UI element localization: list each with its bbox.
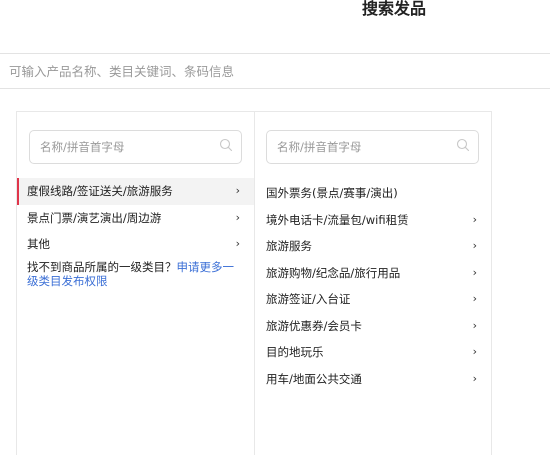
missing-category-text: 找不到商品所属的一级类目？ xyxy=(27,260,177,274)
level2-item-label: 旅游购物/纪念品/旅行用品 xyxy=(266,265,401,280)
chevron-right-icon: › xyxy=(472,239,477,252)
level2-item-shopping-souvenirs[interactable]: 旅游购物/纪念品/旅行用品 › xyxy=(255,260,491,287)
level1-filter-input[interactable] xyxy=(40,131,210,163)
chevron-right-icon: › xyxy=(472,292,477,305)
level2-item-transport[interactable]: 用车/地面公共交通 › xyxy=(255,366,491,393)
level2-item-visa[interactable]: 旅游签证/入台证 › xyxy=(255,286,491,313)
level2-item-label: 目的地玩乐 xyxy=(266,345,324,359)
level1-category-list: 度假线路/签证送关/旅游服务 › 景点门票/演艺演出/周边游 › 其他 › xyxy=(17,178,254,258)
level2-item-label: 用车/地面公共交通 xyxy=(266,371,362,386)
search-icon xyxy=(456,138,470,152)
chevron-right-icon: › xyxy=(472,318,477,332)
level2-category-list: 国外票务(景点/赛事/演出) 境外电话卡/流量包/wifi租赁 › 旅游服务 ›… xyxy=(255,180,491,392)
chevron-right-icon: › xyxy=(235,210,240,224)
product-search-bar[interactable] xyxy=(0,53,550,89)
level2-category-column: 国外票务(景点/赛事/演出) 境外电话卡/流量包/wifi租赁 › 旅游服务 ›… xyxy=(255,112,491,455)
chevron-right-icon: › xyxy=(235,237,240,250)
level1-item-other[interactable]: 其他 › xyxy=(17,231,254,258)
level2-item-label: 旅游优惠券/会员卡 xyxy=(266,318,362,333)
page: 搜索发品 度假线路/签证送关/旅游服务 › 景点门票/演艺演出/周边游 xyxy=(0,0,550,455)
level1-item-label: 其他 xyxy=(27,237,50,251)
level2-item-sim-wifi[interactable]: 境外电话卡/流量包/wifi租赁 › xyxy=(255,207,491,234)
level2-item-label: 国外票务(景点/赛事/演出) xyxy=(266,186,398,200)
level1-item-label: 景点门票/演艺演出/周边游 xyxy=(27,210,162,225)
level2-filter-input[interactable] xyxy=(277,131,447,163)
chevron-right-icon: › xyxy=(472,265,477,279)
level2-item-overseas-tickets[interactable]: 国外票务(景点/赛事/演出) xyxy=(255,180,491,207)
search-icon xyxy=(219,138,233,152)
product-search-input[interactable] xyxy=(9,54,529,88)
level1-category-column: 度假线路/签证送关/旅游服务 › 景点门票/演艺演出/周边游 › 其他 › 找不… xyxy=(17,112,254,455)
page-title: 搜索发品 xyxy=(362,0,427,18)
missing-category-note: 找不到商品所属的一级类目？申请更多一级类目发布权限 xyxy=(27,260,245,288)
level1-item-vacation[interactable]: 度假线路/签证送关/旅游服务 › xyxy=(17,178,254,205)
level1-filter[interactable] xyxy=(29,130,242,164)
level1-item-tickets[interactable]: 景点门票/演艺演出/周边游 › xyxy=(17,205,254,232)
level1-item-label: 度假线路/签证送关/旅游服务 xyxy=(27,184,173,198)
chevron-right-icon: › xyxy=(235,184,240,197)
chevron-right-icon: › xyxy=(472,345,477,358)
level2-item-label: 境外电话卡/流量包/wifi租赁 xyxy=(266,212,409,227)
level2-item-coupons[interactable]: 旅游优惠券/会员卡 › xyxy=(255,313,491,340)
level2-item-destination-fun[interactable]: 目的地玩乐 › xyxy=(255,339,491,366)
level2-item-label: 旅游服务 xyxy=(266,239,312,253)
level2-filter[interactable] xyxy=(266,130,479,164)
chevron-right-icon: › xyxy=(472,212,477,226)
category-picker: 度假线路/签证送关/旅游服务 › 景点门票/演艺演出/周边游 › 其他 › 找不… xyxy=(16,111,492,455)
level2-item-label: 旅游签证/入台证 xyxy=(266,292,351,306)
level2-item-travel-services[interactable]: 旅游服务 › xyxy=(255,233,491,260)
chevron-right-icon: › xyxy=(472,371,477,385)
